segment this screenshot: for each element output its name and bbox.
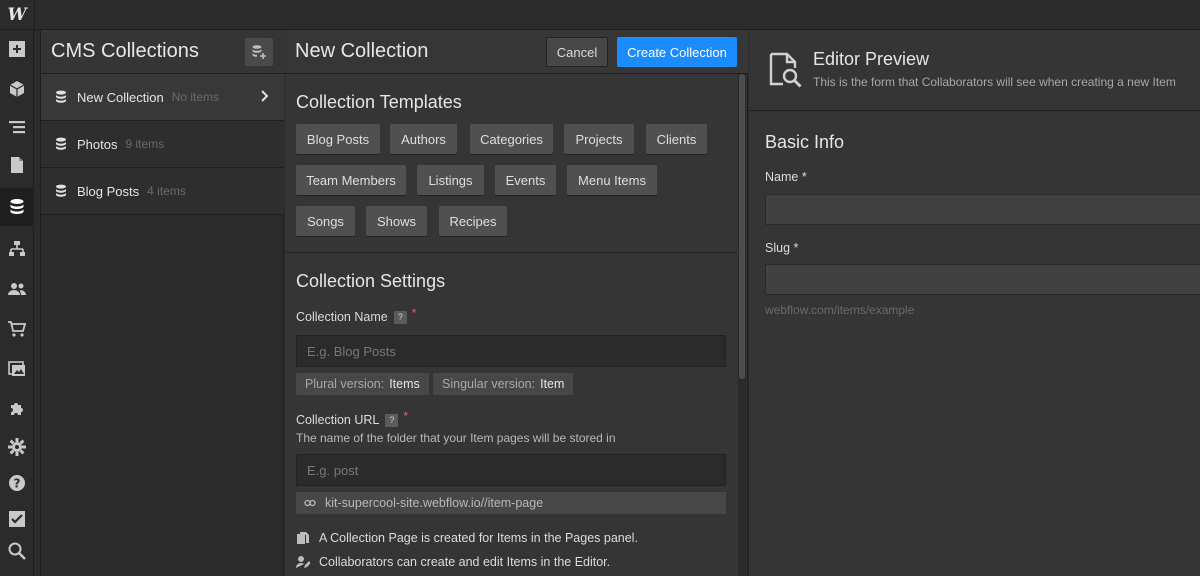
cms-icon[interactable] bbox=[0, 188, 34, 226]
help-icon[interactable]: ? bbox=[0, 464, 34, 502]
new-collection-header: New Collection Cancel Create Collection bbox=[285, 30, 748, 74]
collection-item-new-collection[interactable]: New Collection No items bbox=[41, 74, 284, 121]
collection-count: 4 items bbox=[147, 184, 186, 198]
template-projects[interactable]: Projects bbox=[564, 124, 634, 154]
collection-templates-title: Collection Templates bbox=[296, 92, 462, 112]
template-team-members[interactable]: Team Members bbox=[296, 165, 406, 195]
plural-label: Plural version: bbox=[305, 377, 385, 391]
collection-url-label: Collection URL ? * bbox=[296, 409, 408, 427]
users-icon[interactable] bbox=[0, 270, 34, 308]
name-preview-input bbox=[765, 194, 1200, 225]
section-divider bbox=[285, 252, 737, 253]
slug-hint: webflow.com/items/example bbox=[765, 303, 915, 317]
template-listings[interactable]: Listings bbox=[417, 165, 484, 195]
top-bar: W bbox=[0, 0, 1200, 30]
add-panel-icon[interactable] bbox=[0, 30, 34, 68]
panel-scrollbar[interactable] bbox=[738, 74, 746, 576]
collection-url-help: The name of the folder that your Item pa… bbox=[296, 431, 616, 445]
search-icon[interactable] bbox=[0, 532, 34, 570]
template-songs[interactable]: Songs bbox=[296, 206, 355, 236]
collection-name: Blog Posts bbox=[77, 183, 140, 199]
singular-version-field[interactable]: Singular version: Item bbox=[433, 373, 574, 395]
collection-name-label: Collection Name ? * bbox=[296, 306, 416, 324]
divider bbox=[34, 0, 35, 30]
collection-item-blog-posts[interactable]: Blog Posts 4 items bbox=[41, 168, 284, 215]
pages-icon[interactable] bbox=[0, 146, 34, 184]
help-tooltip-icon[interactable]: ? bbox=[385, 413, 399, 427]
info-collaborators: Collaborators can create and edit Items … bbox=[296, 555, 610, 569]
collection-name: New Collection bbox=[77, 89, 164, 105]
info-collaborators-text: Collaborators can create and edit Items … bbox=[319, 555, 611, 569]
assets-icon[interactable] bbox=[0, 350, 34, 388]
database-icon bbox=[56, 184, 66, 197]
name-field-label: Name * bbox=[765, 170, 807, 184]
scrollbar-thumb[interactable] bbox=[739, 74, 745, 379]
collection-url-input[interactable]: E.g. post bbox=[296, 454, 726, 486]
template-categories[interactable]: Categories bbox=[470, 124, 553, 154]
editor-preview-subtitle: This is the form that Collaborators will… bbox=[813, 75, 1176, 89]
template-recipes[interactable]: Recipes bbox=[439, 206, 507, 236]
collection-name-label-text: Collection Name bbox=[296, 310, 388, 324]
database-icon bbox=[56, 137, 66, 150]
ecommerce-structure-icon[interactable] bbox=[0, 230, 34, 268]
basic-info-title: Basic Info bbox=[765, 132, 845, 152]
info-collection-page: A Collection Page is created for Items i… bbox=[296, 531, 638, 545]
navigator-icon[interactable] bbox=[0, 108, 34, 146]
collaborator-edit-icon bbox=[296, 556, 310, 568]
url-preview-text: kit-supercool-site.webflow.io//item-page bbox=[325, 496, 544, 510]
required-marker: * bbox=[403, 409, 409, 423]
link-icon bbox=[304, 499, 316, 507]
template-blog-posts[interactable]: Blog Posts bbox=[296, 124, 380, 154]
cart-icon[interactable] bbox=[0, 310, 34, 348]
required-marker: * bbox=[411, 306, 417, 320]
collection-count: No items bbox=[171, 90, 220, 104]
add-collection-icon bbox=[252, 45, 266, 59]
template-shows[interactable]: Shows bbox=[366, 206, 427, 236]
cms-collections-panel: CMS Collections New Collection No items … bbox=[40, 30, 285, 576]
plural-value: Items bbox=[389, 377, 420, 391]
url-preview: kit-supercool-site.webflow.io//item-page bbox=[296, 492, 726, 514]
settings-icon[interactable] bbox=[0, 428, 34, 466]
editor-preview-header: Editor Preview This is the form that Col… bbox=[749, 30, 1200, 111]
cancel-button[interactable]: Cancel bbox=[546, 37, 608, 67]
editor-preview-panel: Editor Preview This is the form that Col… bbox=[749, 30, 1200, 576]
template-clients[interactable]: Clients bbox=[646, 124, 707, 154]
left-icon-rail: ? bbox=[0, 30, 34, 576]
new-collection-title: New Collection bbox=[295, 40, 429, 62]
template-events[interactable]: Events bbox=[495, 165, 556, 195]
singular-value: Item bbox=[540, 377, 565, 391]
apps-icon[interactable] bbox=[0, 390, 34, 428]
collection-count: 9 items bbox=[125, 137, 165, 151]
collection-settings-title: Collection Settings bbox=[296, 271, 446, 291]
help-tooltip-icon[interactable]: ? bbox=[393, 310, 407, 324]
pages-copy-icon bbox=[297, 532, 309, 544]
symbols-icon[interactable] bbox=[0, 70, 34, 108]
new-collection-panel: New Collection Cancel Create Collection … bbox=[285, 30, 748, 576]
slug-field-label: Slug * bbox=[765, 241, 799, 255]
add-collection-button[interactable] bbox=[245, 38, 273, 66]
info-collection-page-text: A Collection Page is created for Items i… bbox=[319, 531, 638, 545]
slug-preview-input bbox=[765, 264, 1200, 295]
svg-text:?: ? bbox=[14, 477, 21, 491]
editor-preview-title: Editor Preview bbox=[813, 49, 930, 69]
collection-name: Photos bbox=[77, 136, 118, 152]
cms-header: CMS Collections bbox=[41, 30, 285, 74]
collection-item-photos[interactable]: Photos 9 items bbox=[41, 121, 284, 168]
database-icon bbox=[56, 90, 66, 103]
collection-url-label-text: Collection URL bbox=[296, 413, 380, 427]
cms-title: CMS Collections bbox=[51, 40, 199, 62]
webflow-logo[interactable]: W bbox=[0, 0, 34, 30]
editor-preview-icon bbox=[769, 52, 802, 88]
template-menu-items[interactable]: Menu Items bbox=[567, 165, 657, 195]
plural-version-field[interactable]: Plural version: Items bbox=[296, 373, 429, 395]
chevron-right-icon bbox=[261, 90, 269, 102]
singular-label: Singular version: bbox=[442, 377, 536, 391]
template-authors[interactable]: Authors bbox=[390, 124, 457, 154]
create-collection-button[interactable]: Create Collection bbox=[617, 37, 737, 67]
collection-name-input[interactable]: E.g. Blog Posts bbox=[296, 335, 726, 367]
